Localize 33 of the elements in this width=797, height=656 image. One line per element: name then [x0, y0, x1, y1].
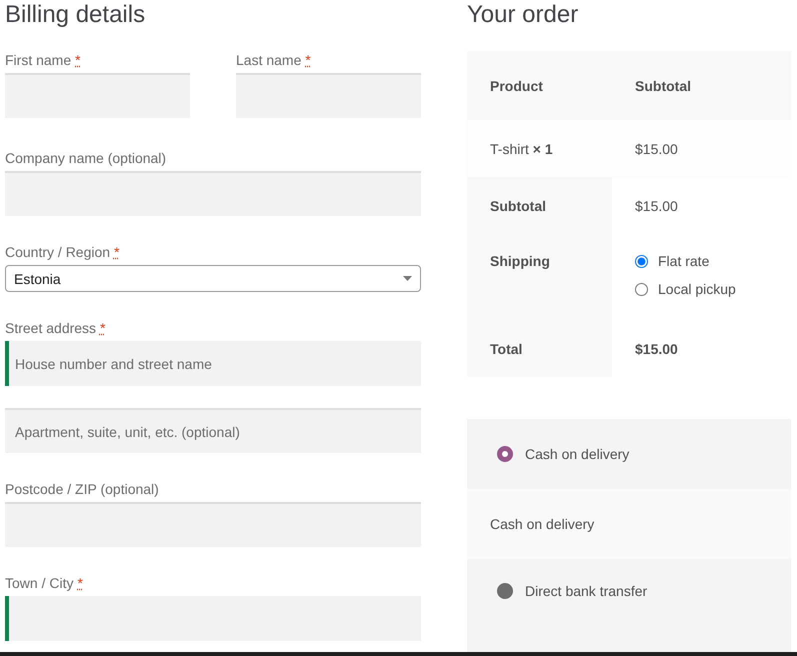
column-header: Product [467, 51, 612, 120]
shipping-radio[interactable] [635, 282, 648, 296]
field-label: Company name (optional) [5, 150, 166, 166]
column-header: Subtotal [612, 51, 791, 120]
shipping-option-label[interactable]: Flat rate [658, 253, 710, 269]
section-title: Your order [467, 0, 580, 30]
country-select[interactable]: Estonia [5, 265, 421, 292]
payment-radio[interactable] [497, 446, 513, 462]
select-value: Estonia [14, 270, 61, 286]
required-mark: * [75, 52, 80, 68]
payment-description: Cash on delivery [467, 489, 791, 559]
payment-method-label[interactable]: Direct bank transfer [525, 583, 648, 599]
row-label: Total [467, 320, 612, 377]
field-label: Last name [236, 52, 302, 68]
section-title: Billing details [5, 0, 146, 30]
field-label: Postcode / ZIP (optional) [5, 481, 159, 497]
row-label: Shipping [467, 234, 612, 320]
required-mark: * [114, 244, 120, 260]
field-label: First name [5, 52, 72, 68]
field-label: Country / Region [5, 244, 110, 260]
required-mark: * [100, 320, 106, 336]
text-field[interactable] [5, 596, 421, 641]
row-label: Subtotal [467, 177, 612, 234]
payment-method-label[interactable]: Cash on delivery [525, 446, 630, 462]
text-field[interactable]: House number and street name [5, 341, 421, 386]
field-label: Town / City [5, 575, 74, 591]
caret-icon [403, 276, 412, 281]
shipping-option-label[interactable]: Local pickup [658, 281, 736, 297]
required-mark: * [305, 52, 311, 68]
required-mark: * [77, 575, 83, 591]
field-label: Street address [5, 320, 96, 336]
payment-radio[interactable] [497, 583, 513, 599]
shipping-radio[interactable] [635, 254, 648, 268]
